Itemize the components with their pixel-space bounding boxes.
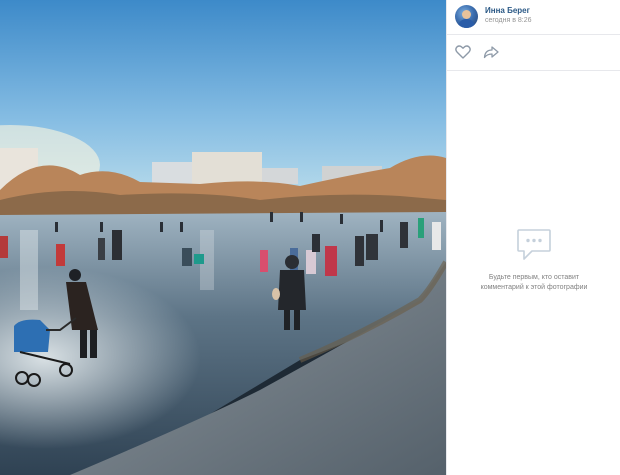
share-button[interactable] — [483, 45, 499, 59]
empty-comments: Будьте первым, кто оставит комментарий к… — [447, 228, 620, 293]
post-actions — [447, 35, 620, 71]
like-button[interactable] — [455, 45, 471, 59]
avatar-body — [458, 19, 475, 28]
author-name-link[interactable]: Инна Берег — [485, 6, 530, 15]
avatar-face — [462, 10, 471, 19]
post-timestamp: сегодня в 8:26 — [485, 17, 532, 24]
winter-pond-photo — [0, 0, 446, 475]
comment-bubble-icon — [516, 228, 552, 262]
share-arrow-icon — [483, 46, 499, 59]
post-side-panel: Инна Берег сегодня в 8:26 Будьте первым,… — [446, 0, 620, 475]
post-photo[interactable] — [0, 0, 446, 475]
empty-comments-text: Будьте первым, кто оставит комментарий к… — [480, 274, 588, 291]
post-header: Инна Берег сегодня в 8:26 — [447, 0, 620, 35]
author-avatar[interactable] — [455, 5, 478, 28]
heart-outline-icon — [455, 45, 471, 59]
